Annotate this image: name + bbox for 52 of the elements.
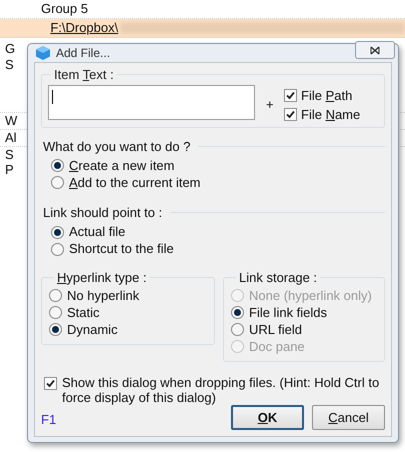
selected-row[interactable]: F:\Dropbox\ — [0, 19, 405, 38]
cut-text: S — [5, 57, 15, 73]
radio-label: Dynamic — [67, 320, 118, 339]
radio-button[interactable] — [51, 226, 64, 238]
section-title: Link should point to : — [43, 204, 162, 222]
radio-button[interactable] — [49, 289, 62, 302]
dialog-button[interactable]: Cancel — [312, 405, 385, 430]
radio-label: File link fields — [249, 304, 328, 322]
radio-button[interactable] — [231, 323, 244, 336]
cut-text: G — [5, 41, 16, 57]
radio-label: Add to the current item — [69, 174, 201, 192]
cube-icon — [35, 45, 51, 61]
help-key: F1 — [41, 410, 56, 429]
radio-button[interactable] — [231, 306, 244, 319]
item-text-field[interactable] — [48, 84, 255, 120]
close-icon — [370, 46, 380, 54]
radio-label: Actual file — [69, 223, 126, 242]
radio-label: None (hyperlink only) — [249, 286, 372, 305]
group-label: Group 5 — [41, 0, 88, 18]
radio-button[interactable] — [51, 159, 64, 172]
radio-label: Shortcut to the file — [69, 240, 174, 258]
radio-button[interactable] — [49, 323, 62, 336]
checkbox-label: File Name — [301, 106, 360, 124]
file-link[interactable]: F:\Dropbox\ — [50, 18, 118, 38]
dialog-button[interactable]: OK — [231, 405, 304, 430]
group-title: Hyperlink type : — [56, 268, 148, 287]
section-title: What do you want to do ? — [43, 138, 190, 156]
cut-text: S — [5, 147, 15, 162]
checkbox-label: File Path — [301, 86, 352, 105]
group-title: Item Text : — [53, 66, 115, 84]
check-icon — [286, 91, 295, 100]
radio-button[interactable] — [49, 306, 62, 319]
close-button[interactable] — [355, 41, 395, 59]
check-icon — [46, 379, 55, 388]
group-title: Link storage : — [238, 268, 318, 287]
radio-button[interactable] — [51, 242, 64, 256]
radio-button[interactable] — [51, 176, 64, 189]
checkbox-label: Show this dialog when dropping files. (Hint: Hold Ctrl to force display of this dialog) — [62, 375, 380, 405]
cut-text: Al — [5, 130, 18, 146]
radio-label: Create a new item — [69, 156, 174, 175]
radio-label: URL field — [249, 320, 302, 339]
window-title: Add File... — [56, 45, 110, 62]
checkbox[interactable] — [284, 89, 297, 102]
check-icon — [286, 110, 295, 119]
checkbox[interactable] — [284, 108, 297, 121]
radio-label: No hyperlink — [67, 286, 140, 305]
cut-text: W — [5, 113, 18, 129]
cut-text: P — [5, 162, 15, 177]
radio-label: Doc pane — [249, 338, 305, 356]
plus-sign: + — [266, 96, 275, 114]
radio-label: Static — [67, 304, 100, 322]
checkbox[interactable] — [44, 377, 57, 390]
